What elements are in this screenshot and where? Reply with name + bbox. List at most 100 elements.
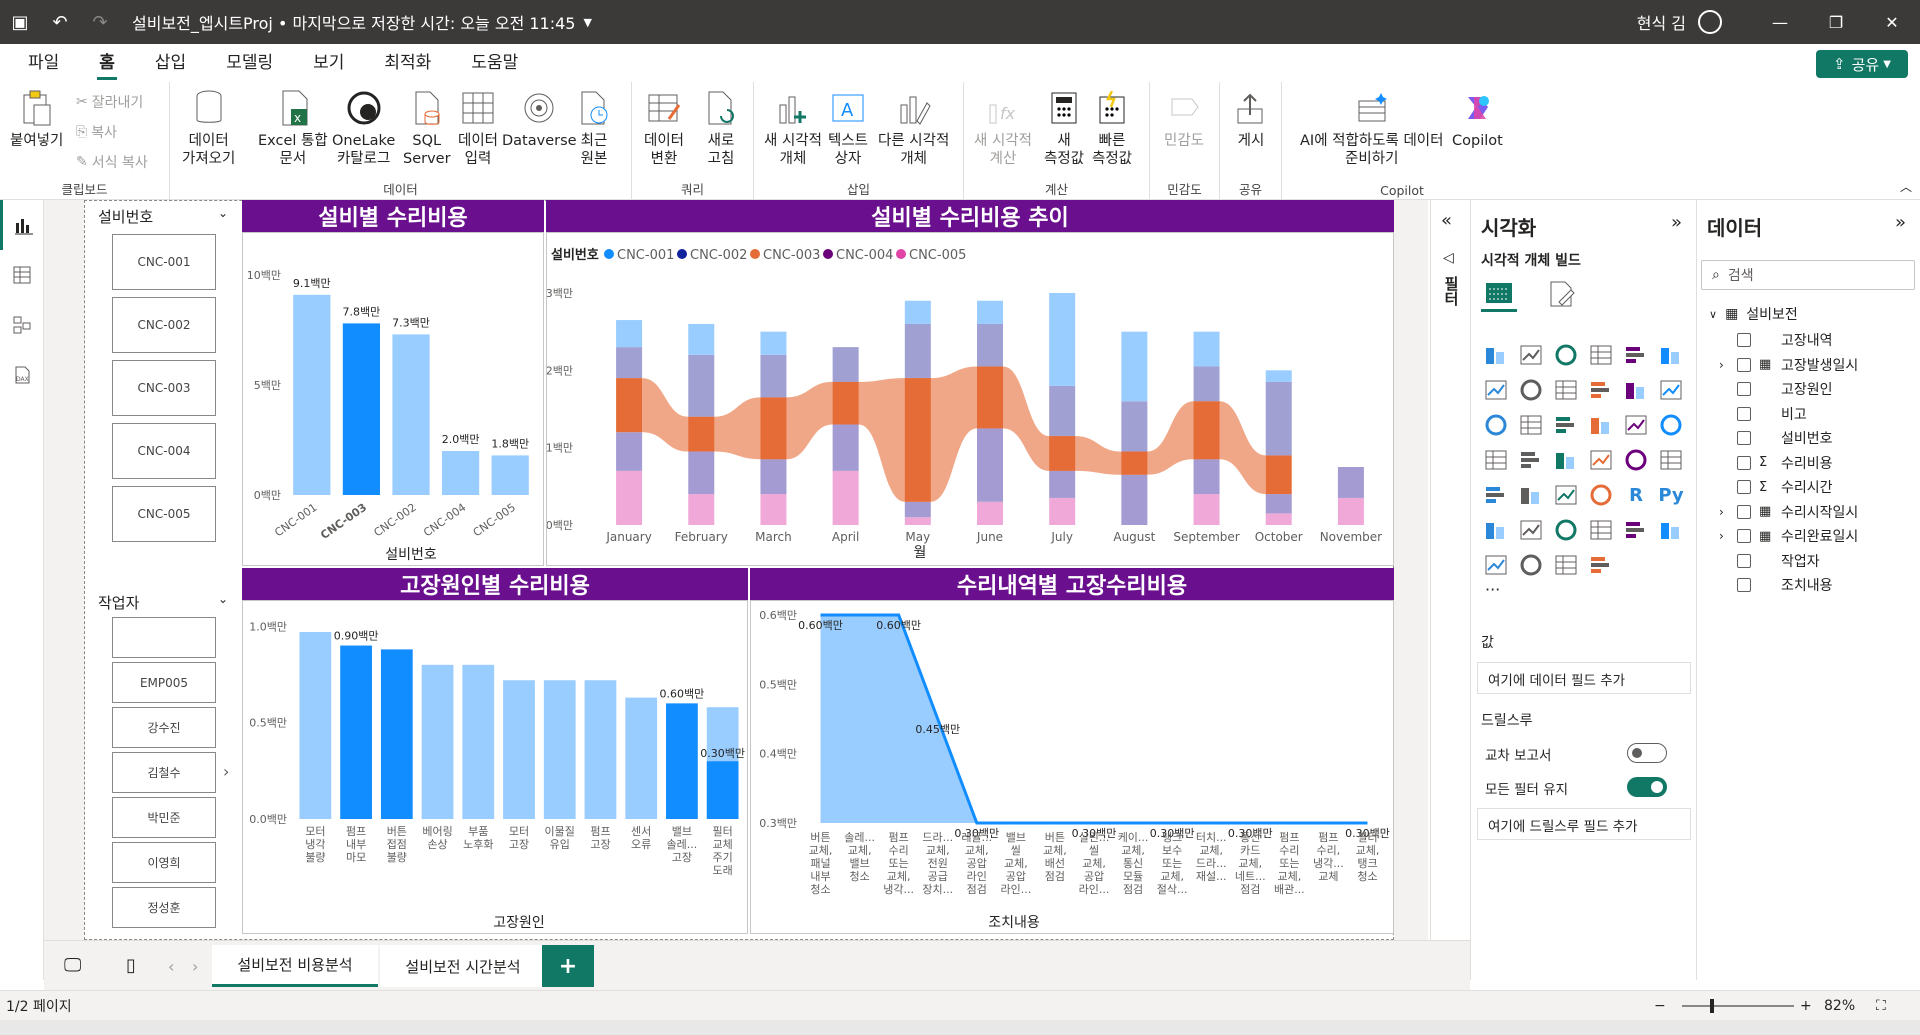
field-item[interactable]: › ▦ 수리완료일시 <box>1719 526 1858 546</box>
zoom-slider[interactable] <box>1682 999 1794 1013</box>
keep-filters-toggle[interactable] <box>1627 777 1667 797</box>
equipment-cost-chart[interactable]: 0백만 5백만 10백만 9.1백만 CNC-001 7.8백만 CNC-003 7.3백만 C… <box>242 232 544 566</box>
menu-insert[interactable]: 삽입 <box>135 44 206 82</box>
values-well[interactable]: 여기에 데이터 필드 추가 <box>1477 662 1691 694</box>
chevron-down-icon[interactable]: ▼ <box>584 16 592 29</box>
field-checkbox[interactable] <box>1737 431 1751 445</box>
sensitivity-button[interactable]: 민감도 <box>1164 88 1204 150</box>
more-visuals-button[interactable]: 다른 시각적 개체 <box>878 88 949 168</box>
textbox-button[interactable]: A 텍스트 상자 <box>828 88 868 168</box>
tab-time-analysis[interactable]: 설비보전 시간분석 <box>380 945 546 987</box>
cause-cost-chart[interactable]: 0.0백만 0.5백만 1.0백만 모터 냉각 불량 0.90백만 펌프 내부 마모 버튼 접점 불량 베… <box>242 600 748 934</box>
field-checkbox[interactable] <box>1737 529 1751 543</box>
field-item[interactable]: Σ 수리비용 <box>1719 453 1833 473</box>
donut-icon[interactable] <box>1621 410 1651 440</box>
ai-prepare-button[interactable]: AI에 적합하도록 데이터 준비하기 <box>1300 88 1443 168</box>
refresh-button[interactable]: 새로 고침 <box>702 88 740 168</box>
paginated-icon[interactable] <box>1621 515 1651 545</box>
new-visual-calc-button[interactable]: fx 새 시각적 계산 <box>974 88 1032 168</box>
stacked-bar-icon[interactable] <box>1481 340 1511 370</box>
window-title[interactable]: 설비보전_엡시트Proj • 마지막으로 저장한 시간: 오늘 오전 11:45 <box>132 10 576 34</box>
field-item[interactable]: 작업자 <box>1719 551 1820 571</box>
report-view-icon[interactable] <box>0 200 44 250</box>
field-checkbox[interactable] <box>1737 578 1751 592</box>
field-item[interactable]: 고장내역 <box>1719 330 1833 350</box>
field-checkbox[interactable] <box>1737 357 1751 372</box>
minimize-icon[interactable]: — <box>1752 0 1808 44</box>
field-item[interactable]: 조치내용 <box>1719 575 1833 595</box>
menu-home[interactable]: 홈 <box>79 44 135 82</box>
next-page-icon[interactable]: › <box>192 957 198 976</box>
quick-measure-button[interactable]: 빠른 측정값 <box>1092 88 1132 168</box>
scatter-icon[interactable] <box>1551 410 1581 440</box>
waterfall-icon[interactable] <box>1621 375 1651 405</box>
add-page-button[interactable]: + <box>542 945 594 987</box>
field-item[interactable]: 고장원인 <box>1719 379 1833 399</box>
field-checkbox[interactable] <box>1737 382 1751 396</box>
menu-view[interactable]: 보기 <box>293 44 364 82</box>
format-painter-button[interactable]: ✎ 서식 복사 <box>76 152 148 172</box>
slicer-item-worker-4[interactable]: 박민준 <box>112 797 216 838</box>
slicer-item-cnc-005[interactable]: CNC-005 <box>112 486 216 542</box>
filled-map-icon[interactable] <box>1551 445 1581 475</box>
fit-page-icon[interactable]: ⛶ <box>1876 998 1886 1014</box>
enter-data-button[interactable]: 데이터 입력 <box>458 88 498 168</box>
megaphone-icon[interactable]: ◁ <box>1443 250 1454 266</box>
onelake-button[interactable]: OneLake 카탈로그 <box>332 88 395 168</box>
area-icon[interactable] <box>1516 375 1546 405</box>
chevron-right-icon[interactable]: › <box>223 762 229 781</box>
new-visual-button[interactable]: 새 시각적 개체 <box>764 88 822 168</box>
paste-button[interactable]: 붙여넣기 <box>10 88 63 150</box>
kpi-icon[interactable] <box>1481 480 1511 510</box>
save-icon[interactable]: ▣ <box>0 0 40 44</box>
map-icon[interactable] <box>1516 445 1546 475</box>
slicer-item-cnc-004[interactable]: CNC-004 <box>112 423 216 479</box>
collapse-icon[interactable]: » <box>1671 212 1682 233</box>
collapse-icon[interactable]: « <box>1441 210 1452 231</box>
r-visual-icon[interactable]: R <box>1621 480 1651 510</box>
treemap-icon[interactable] <box>1481 445 1511 475</box>
cut-button[interactable]: ✂ 잘라내기 <box>76 92 143 112</box>
field-checkbox[interactable] <box>1737 406 1751 421</box>
restore-icon[interactable]: ❐ <box>1808 0 1864 44</box>
sql-server-button[interactable]: SQL Server <box>403 88 451 168</box>
model-view-icon[interactable] <box>0 300 44 350</box>
search-box[interactable]: ⌕ 검색 <box>1701 260 1915 290</box>
desktop-layout-icon[interactable]: 🖵 <box>64 955 81 976</box>
menu-file[interactable]: 파일 <box>8 44 79 82</box>
table-node[interactable]: ∨ ▦ 설비보전 <box>1709 304 1798 324</box>
menu-optimize[interactable]: 최적화 <box>364 44 451 82</box>
funnel-icon[interactable] <box>1516 410 1546 440</box>
stacked-area-icon[interactable] <box>1551 375 1581 405</box>
slicer-item-blank[interactable] <box>112 617 216 658</box>
stacked-column-icon[interactable] <box>1516 340 1546 370</box>
prev-page-icon[interactable]: ‹ <box>168 957 174 976</box>
decomposition-icon[interactable] <box>1516 515 1546 545</box>
power-automate-icon[interactable] <box>1551 550 1581 580</box>
search-input[interactable]: 검색 <box>1728 265 1754 285</box>
100-bar-icon[interactable] <box>1621 340 1651 370</box>
matrix-icon[interactable] <box>1586 480 1616 510</box>
slicer-item-cnc-002[interactable]: CNC-002 <box>112 297 216 353</box>
filters-tab[interactable]: 필터 <box>1441 276 1462 306</box>
field-checkbox[interactable] <box>1737 480 1751 494</box>
clustered-column-icon[interactable] <box>1586 340 1616 370</box>
field-item[interactable]: › ▦ 수리시작일시 <box>1719 502 1858 522</box>
python-icon[interactable]: Py <box>1656 480 1686 510</box>
menu-modeling[interactable]: 모델링 <box>206 44 293 82</box>
redo-icon[interactable]: ↷ <box>80 0 120 44</box>
close-icon[interactable]: ✕ <box>1864 0 1920 44</box>
get-data-button[interactable]: 데이터 가져오기 <box>182 88 235 168</box>
field-checkbox[interactable] <box>1737 455 1751 470</box>
key-influencers-icon[interactable] <box>1481 515 1511 545</box>
action-cost-chart[interactable]: 0.3백만 0.4백만 0.5백만 0.6백만 0.60백만 버튼 교체, 패널 내부 청소 솔레.… <box>750 600 1394 934</box>
zoom-in-icon[interactable]: + <box>1800 998 1812 1014</box>
dax-view-icon[interactable]: DAX <box>0 350 44 400</box>
zoom-thumb[interactable] <box>1710 999 1714 1013</box>
slicer-item-worker-5[interactable]: 이영희 <box>112 842 216 883</box>
clustered-bar-icon[interactable] <box>1551 340 1581 370</box>
excel-button[interactable]: x Excel 통합 문서 <box>258 88 328 168</box>
line-icon[interactable] <box>1481 375 1511 405</box>
table-view-icon[interactable] <box>0 250 44 300</box>
chevron-right-icon[interactable]: › <box>1719 358 1729 372</box>
